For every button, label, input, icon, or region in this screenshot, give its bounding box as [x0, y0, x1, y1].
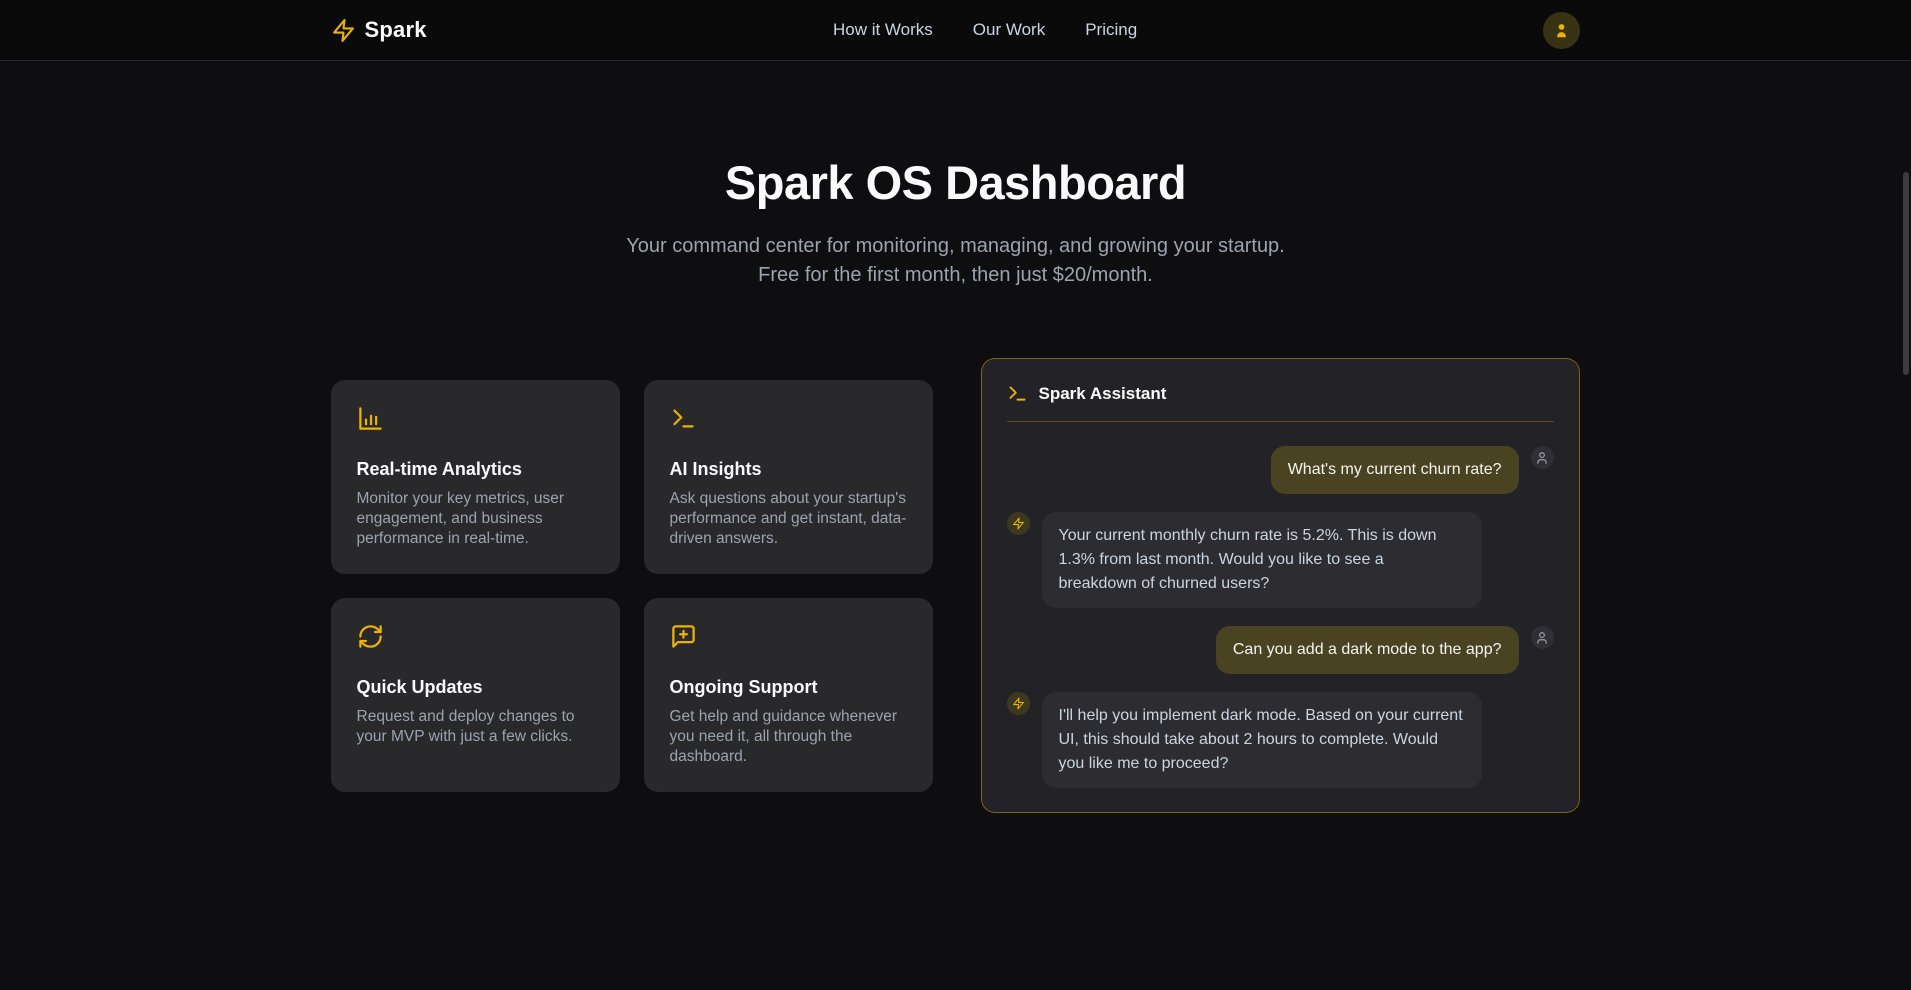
zap-icon	[1012, 517, 1025, 530]
scrollbar-thumb[interactable]	[1903, 172, 1909, 375]
feature-card-quick-updates: Quick Updates Request and deploy changes…	[331, 598, 620, 792]
user-icon	[1535, 451, 1549, 465]
user-message-bubble: What's my current churn rate?	[1271, 446, 1519, 494]
brand-name: Spark	[365, 17, 427, 43]
assistant-message-bubble: Your current monthly churn rate is 5.2%.…	[1042, 512, 1482, 608]
navbar: Spark How it Works Our Work Pricing	[0, 0, 1911, 61]
user-icon	[1552, 21, 1571, 40]
chat-message-assistant: I'll help you implement dark mode. Based…	[1007, 692, 1554, 788]
terminal-icon	[1007, 383, 1028, 404]
feature-description: Monitor your key metrics, user engagemen…	[357, 489, 594, 549]
bar-chart-icon	[357, 405, 594, 437]
chat-message-user: Can you add a dark mode to the app?	[1007, 626, 1554, 674]
refresh-icon	[357, 623, 594, 655]
zap-icon	[331, 18, 356, 43]
feature-card-analytics: Real-time Analytics Monitor your key met…	[331, 380, 620, 574]
page-title: Spark OS Dashboard	[0, 155, 1911, 210]
feature-description: Request and deploy changes to your MVP w…	[357, 707, 594, 747]
feature-card-ongoing-support: Ongoing Support Get help and guidance wh…	[644, 598, 933, 792]
assistant-message-bubble: I'll help you implement dark mode. Based…	[1042, 692, 1482, 788]
feature-title: Real-time Analytics	[357, 459, 594, 480]
nav-links: How it Works Our Work Pricing	[833, 20, 1137, 40]
message-square-plus-icon	[670, 623, 907, 655]
avatar	[1531, 446, 1554, 469]
account-avatar-button[interactable]	[1543, 12, 1580, 49]
avatar	[1007, 512, 1030, 535]
assistant-panel-header: Spark Assistant	[1007, 383, 1554, 422]
brand-logo[interactable]: Spark	[331, 17, 427, 43]
user-icon	[1535, 631, 1549, 645]
user-message-bubble: Can you add a dark mode to the app?	[1216, 626, 1519, 674]
feature-card-ai-insights: AI Insights Ask questions about your sta…	[644, 380, 933, 574]
scrollbar-track	[1901, 0, 1911, 990]
zap-icon	[1012, 697, 1025, 710]
nav-link-how-it-works[interactable]: How it Works	[833, 20, 933, 40]
content-row: Real-time Analytics Monitor your key met…	[331, 358, 1581, 813]
nav-link-pricing[interactable]: Pricing	[1085, 20, 1137, 40]
message-list: What's my current churn rate? Your curre…	[1007, 446, 1554, 788]
nav-link-our-work[interactable]: Our Work	[973, 20, 1045, 40]
avatar	[1007, 692, 1030, 715]
features-grid: Real-time Analytics Monitor your key met…	[331, 380, 933, 792]
assistant-panel: Spark Assistant What's my current churn …	[981, 358, 1580, 813]
chat-message-assistant: Your current monthly churn rate is 5.2%.…	[1007, 512, 1554, 608]
avatar	[1531, 626, 1554, 649]
page-subtitle: Your command center for monitoring, mana…	[611, 232, 1301, 290]
feature-title: Quick Updates	[357, 677, 594, 698]
assistant-panel-title: Spark Assistant	[1039, 384, 1167, 404]
hero-section: Spark OS Dashboard Your command center f…	[0, 61, 1911, 290]
terminal-icon	[670, 405, 907, 437]
feature-title: AI Insights	[670, 459, 907, 480]
feature-description: Get help and guidance whenever you need …	[670, 707, 907, 767]
feature-title: Ongoing Support	[670, 677, 907, 698]
chat-message-user: What's my current churn rate?	[1007, 446, 1554, 494]
feature-description: Ask questions about your startup's perfo…	[670, 489, 907, 549]
